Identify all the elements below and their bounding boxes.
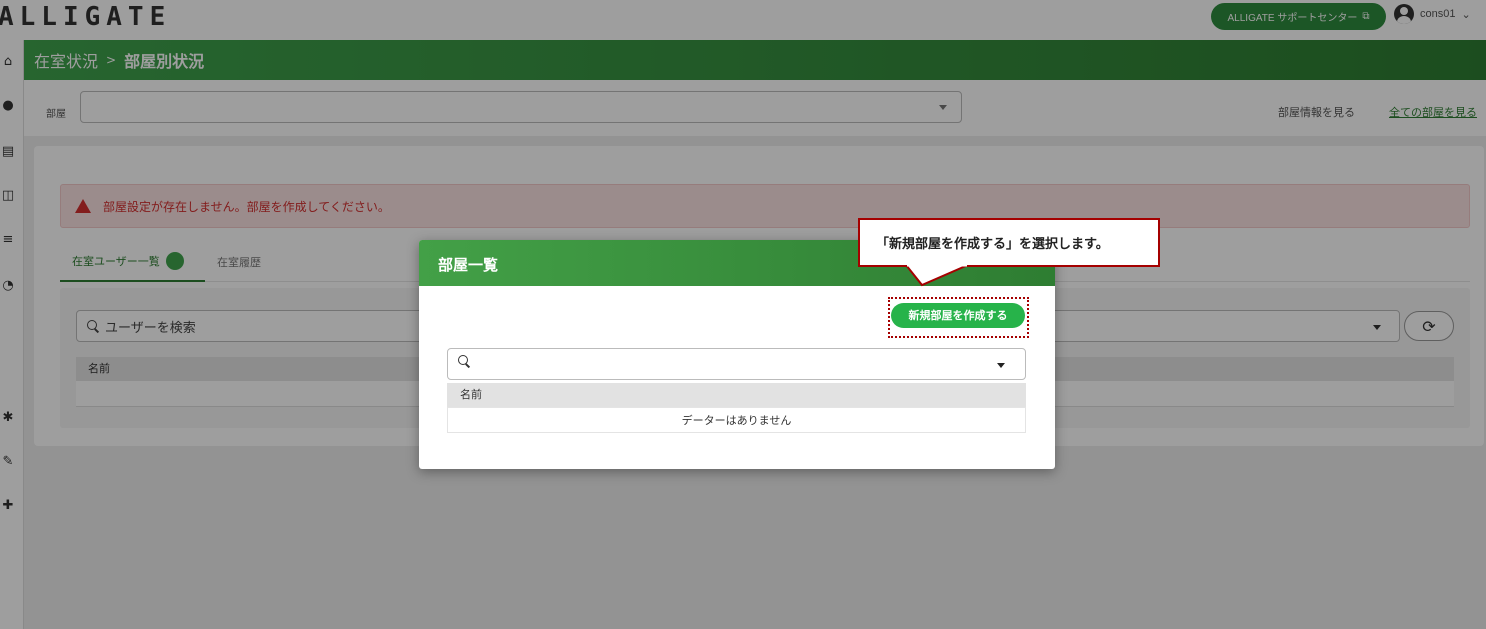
instruction-callout: 「新規部屋を作成する」を選択します。 <box>858 218 1160 267</box>
search-icon <box>458 355 470 367</box>
empty-message: データーはありません <box>447 407 1026 433</box>
callout-pointer <box>904 265 969 287</box>
caret-down-icon[interactable] <box>997 363 1005 368</box>
highlight-frame <box>888 297 1029 338</box>
room-table-header: 名前 <box>447 383 1026 407</box>
column-name: 名前 <box>460 388 482 401</box>
room-search-input[interactable] <box>447 348 1026 380</box>
